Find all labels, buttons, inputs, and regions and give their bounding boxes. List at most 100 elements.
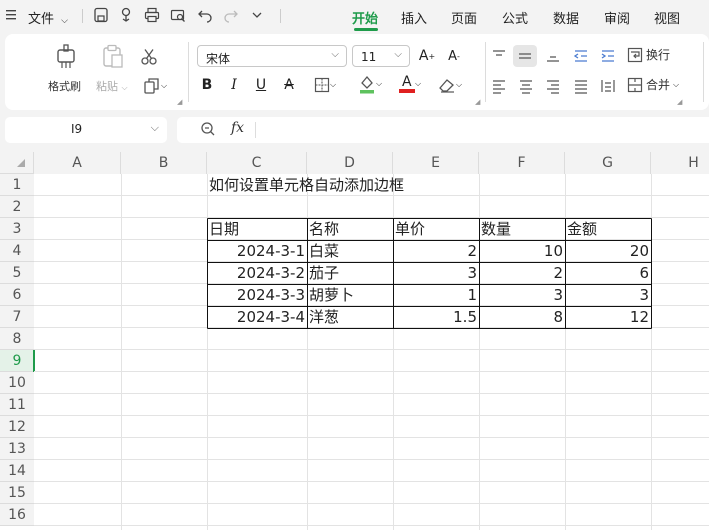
distributed-align-icon[interactable]	[598, 76, 618, 96]
chevron-down-icon: ⌵	[121, 83, 128, 92]
font-color-button[interactable]: A ⌵	[394, 74, 426, 94]
clear-button[interactable]: ⌵	[434, 75, 466, 95]
borders-icon	[314, 77, 330, 93]
share-icon[interactable]	[117, 6, 135, 24]
tab-review[interactable]: 审阅	[604, 8, 630, 27]
table-cell-amount[interactable]: 6	[565, 262, 651, 284]
file-menu[interactable]: 文件 ⌵	[28, 8, 68, 27]
table-header-cell[interactable]: 数量	[479, 218, 565, 240]
table-cell-date[interactable]: 2024-3-1	[207, 240, 307, 262]
divider	[280, 9, 281, 23]
redo-icon[interactable]	[222, 6, 240, 24]
bold-button[interactable]: B	[197, 75, 217, 95]
divider	[703, 42, 704, 102]
wrap-text-button[interactable]: 换行	[627, 46, 670, 63]
chevron-down-icon: ⌵	[331, 49, 339, 60]
decrease-indent-icon[interactable]	[571, 46, 591, 66]
cut-icon[interactable]	[139, 47, 159, 67]
table-cell-amount[interactable]: 12	[565, 306, 651, 328]
merge-label: 合并	[646, 78, 671, 92]
table-cell-name[interactable]: 洋葱	[307, 306, 393, 328]
increase-font-size-button[interactable]: A +	[417, 46, 437, 66]
strikethrough-button[interactable]: A	[279, 75, 299, 95]
format-painter-label[interactable]: 格式刷	[48, 78, 81, 94]
tab-insert[interactable]: 插入	[401, 8, 427, 27]
decrease-font-size-button[interactable]: A-	[444, 46, 464, 66]
table-header-cell[interactable]: 金额	[565, 218, 651, 240]
fx-icon[interactable]: fx	[231, 120, 244, 136]
align-top-icon[interactable]	[489, 46, 509, 66]
more-chevron-down-icon[interactable]	[248, 6, 266, 24]
table-cell-quantity[interactable]: 8	[479, 306, 565, 328]
borders-button[interactable]: ⌵	[309, 75, 341, 95]
table-cell-price[interactable]: 3	[393, 262, 479, 284]
table-header-cell[interactable]: 名称	[307, 218, 393, 240]
align-right-icon[interactable]	[543, 76, 563, 96]
hamburger-menu-icon[interactable]	[6, 7, 18, 26]
chevron-down-icon: ⌵	[414, 79, 422, 88]
chevron-down-icon: ⌵	[673, 79, 680, 89]
paste-button[interactable]: 粘贴 ⌵	[96, 78, 128, 94]
table-header-cell[interactable]: 单价	[393, 218, 479, 240]
italic-button[interactable]: I	[224, 75, 244, 95]
align-center-icon[interactable]	[516, 76, 536, 96]
table-cell-name[interactable]: 白菜	[307, 240, 393, 262]
undo-icon[interactable]	[196, 6, 214, 24]
merge-button[interactable]: 合并 ⌵	[627, 76, 679, 93]
title-cell[interactable]: 如何设置单元格自动添加边框	[207, 174, 406, 196]
chevron-down-icon: ⌵	[160, 81, 168, 90]
table-cell-amount[interactable]: 3	[565, 284, 651, 306]
table-cell-date[interactable]: 2024-3-3	[207, 284, 307, 306]
underline-button[interactable]: U	[251, 75, 271, 95]
chevron-down-icon: ⌵	[394, 49, 402, 60]
table-cell-name[interactable]: 胡萝卜	[307, 284, 393, 306]
formula-input[interactable]: fx	[177, 117, 709, 143]
divider	[188, 42, 189, 102]
align-left-icon[interactable]	[489, 76, 509, 96]
font-size-select[interactable]: 11 ⌵	[352, 45, 410, 67]
table-header-cell[interactable]: 日期	[207, 218, 307, 240]
table-cell-quantity[interactable]: 2	[479, 262, 565, 284]
print-preview-icon[interactable]	[169, 6, 187, 24]
copy-button[interactable]: ⌵	[140, 76, 170, 96]
paste-icon[interactable]	[101, 44, 125, 70]
clipboard-dialog-launcher-icon[interactable]: ◢	[177, 98, 182, 106]
align-bottom-icon[interactable]	[543, 46, 563, 66]
font-dialog-launcher-icon[interactable]: ◢	[475, 98, 480, 106]
format-painter-icon[interactable]	[53, 44, 79, 70]
increase-font-icon: A	[418, 48, 429, 64]
chevron-down-icon: ⌵	[150, 121, 159, 134]
active-tab-indicator	[354, 28, 378, 31]
table-cell-date[interactable]: 2024-3-4	[207, 306, 307, 328]
print-icon[interactable]	[143, 6, 161, 24]
increase-indent-icon[interactable]	[598, 46, 618, 66]
spreadsheet-grid[interactable]: A B C D E F G H 1 2 3 4 5 6 7 8 9 10 11 …	[0, 152, 709, 530]
table-cell-date[interactable]: 2024-3-2	[207, 262, 307, 284]
table-borders	[207, 218, 652, 329]
tab-view[interactable]: 视图	[654, 8, 680, 27]
table-cell-price[interactable]: 1	[393, 284, 479, 306]
zoom-formula-icon[interactable]	[200, 121, 216, 141]
table-cell-quantity[interactable]: 10	[479, 240, 565, 262]
ribbon: 格式刷 粘贴 ⌵ ⌵ ◢ 宋体 ⌵ 11 ⌵ A+ A- B I U A ⌵	[5, 34, 709, 110]
table-cell-name[interactable]: 茄子	[307, 262, 393, 284]
tab-data[interactable]: 数据	[553, 8, 579, 27]
table-cell-price[interactable]: 2	[393, 240, 479, 262]
name-box[interactable]: I9 ⌵	[5, 117, 167, 143]
table-cell-price[interactable]: 1.5	[393, 306, 479, 328]
fill-color-button[interactable]: ⌵	[354, 74, 386, 94]
table-cell-amount[interactable]: 20	[565, 240, 651, 262]
table-cell-quantity[interactable]: 3	[479, 284, 565, 306]
align-middle-icon[interactable]	[513, 45, 537, 67]
divider	[255, 122, 256, 138]
justify-icon[interactable]	[571, 76, 591, 96]
font-name-select[interactable]: 宋体 ⌵	[197, 45, 347, 67]
divider	[82, 9, 83, 23]
file-menu-label: 文件	[28, 12, 55, 27]
tab-page[interactable]: 页面	[451, 8, 477, 27]
name-box-value: I9	[71, 122, 83, 136]
tab-formulas[interactable]: 公式	[502, 8, 528, 27]
alignment-dialog-launcher-icon[interactable]: ◢	[677, 98, 682, 106]
save-icon[interactable]	[92, 6, 110, 24]
tab-home[interactable]: 开始	[352, 8, 378, 27]
